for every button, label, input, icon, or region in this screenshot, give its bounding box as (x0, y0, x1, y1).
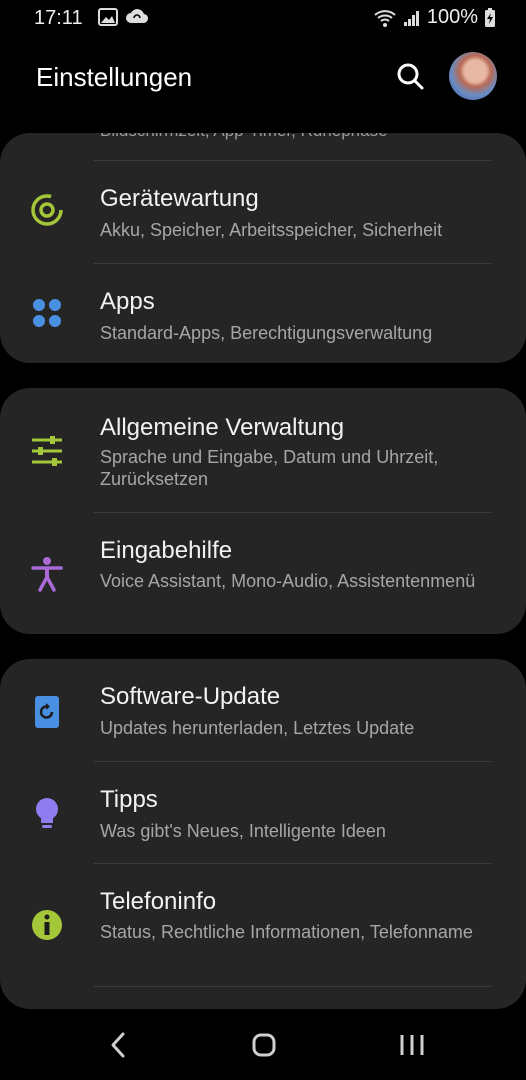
info-icon (32, 910, 62, 940)
software-update-icon (35, 696, 59, 728)
item-title: Telefoninfo (100, 888, 217, 915)
settings-item-allgemeine-verwaltung[interactable]: Allgemeine Verwaltung Sprache und Eingab… (0, 388, 526, 512)
item-title: Allgemeine Verwaltung (100, 414, 345, 441)
item-subtitle: Sprache und Eingabe, Datum und Uhrzeit, … (100, 447, 439, 489)
item-title: Apps (100, 288, 155, 315)
item-subtitle: Status, Rechtliche Informationen, Telefo… (100, 922, 473, 942)
accessibility-icon (31, 557, 63, 592)
status-bar: 17:11 100% (0, 0, 526, 36)
settings-group-1: Bildschirmzeit, App-Timer, Ruhephase Ger… (0, 133, 526, 363)
back-icon (111, 1032, 125, 1058)
settings-item-apps[interactable]: Apps Standard-Apps, Berechtigungsverwalt… (0, 264, 526, 363)
settings-item-software-update[interactable]: Software-Update Updates herunterladen, L… (0, 659, 526, 760)
avatar[interactable] (449, 52, 497, 100)
recents-button[interactable] (392, 1028, 432, 1062)
settings-item-geraetewartung[interactable]: Gerätewartung Akku, Speicher, Arbeitsspe… (0, 161, 526, 263)
item-title: Gerätewartung (100, 185, 259, 212)
settings-group-3: Software-Update Updates herunterladen, L… (0, 659, 526, 1009)
settings-item-eingabehilfe[interactable]: Eingabehilfe Voice Assistant, Mono-Audio… (0, 513, 526, 634)
clipped-item-subtitle: Bildschirmzeit, App-Timer, Ruhephase (100, 133, 388, 141)
image-icon (98, 8, 118, 26)
device-care-icon (31, 194, 63, 226)
lightbulb-icon (36, 798, 58, 828)
search-icon (397, 63, 424, 90)
item-title: Eingabehilfe (100, 537, 233, 564)
item-subtitle: Akku, Speicher, Arbeitsspeicher, Sicherh… (100, 220, 443, 240)
home-button[interactable] (244, 1028, 284, 1062)
back-button[interactable] (98, 1028, 138, 1062)
settings-group-2: Allgemeine Verwaltung Sprache und Eingab… (0, 388, 526, 634)
item-title: Tipps (100, 786, 158, 813)
cloud-sync-icon (126, 9, 148, 24)
wifi-icon (374, 9, 396, 27)
item-subtitle: Standard-Apps, Berechtigungsverwaltung (100, 323, 433, 343)
signal-icon (403, 10, 419, 26)
item-subtitle: Updates herunterladen, Letztes Update (100, 718, 415, 738)
search-button[interactable] (394, 60, 428, 94)
apps-icon (33, 299, 61, 327)
battery-percent: 100% (426, 6, 478, 28)
battery-charging-icon (485, 7, 495, 27)
settings-item-telefoninfo[interactable]: Telefoninfo Status, Rechtliche Informati… (0, 864, 526, 985)
item-subtitle: Was gibt's Neues, Intelligente Ideen (100, 821, 386, 841)
app-header: Einstellungen (0, 40, 526, 120)
recents-icon (400, 1035, 424, 1055)
settings-item-tipps[interactable]: Tipps Was gibt's Neues, Intelligente Ide… (0, 762, 526, 862)
item-subtitle: Voice Assistant, Mono-Audio, Assistenten… (100, 571, 476, 591)
navigation-bar (0, 1010, 526, 1080)
item-title: Software-Update (100, 683, 281, 710)
page-title: Einstellungen (36, 62, 193, 92)
status-time: 17:11 (34, 7, 83, 29)
sliders-icon (32, 436, 62, 466)
home-icon (252, 1033, 276, 1057)
divider (94, 986, 491, 987)
